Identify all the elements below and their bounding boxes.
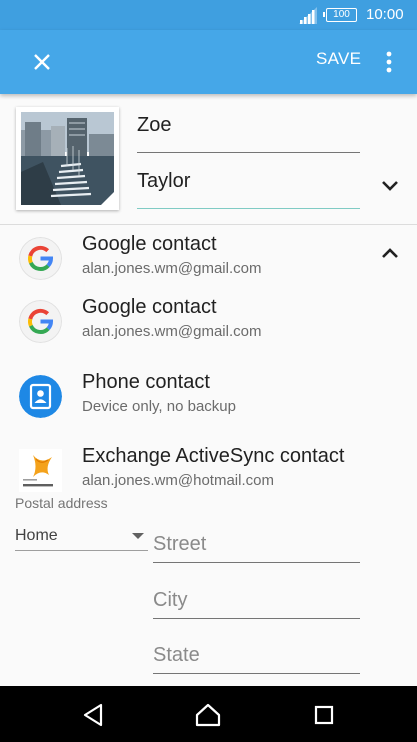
state-field[interactable]	[153, 638, 360, 674]
street-input[interactable]	[153, 527, 360, 561]
status-bar: 100 10:00	[0, 0, 417, 30]
first-name-field[interactable]: Zoe	[137, 114, 360, 153]
selected-account-title: Google contact	[82, 233, 217, 255]
back-button[interactable]	[79, 700, 109, 730]
app-bar: SAVE	[0, 30, 417, 94]
expand-name-button[interactable]	[376, 174, 404, 198]
close-icon	[34, 54, 50, 70]
street-underline	[153, 562, 360, 563]
account-option-phone[interactable]: Phone contact Device only, no backup	[0, 365, 417, 421]
first-name-value: Zoe	[137, 114, 172, 136]
last-name-underline	[137, 207, 360, 209]
account-option-title: Exchange ActiveSync contact	[82, 445, 345, 467]
postal-address-label: Postal address	[15, 495, 108, 509]
address-type-underline	[15, 550, 148, 551]
home-icon	[195, 703, 221, 727]
first-name-underline	[137, 152, 360, 153]
chevron-up-icon	[382, 248, 398, 258]
postal-address-label-text: Postal address	[15, 495, 108, 509]
google-icon	[19, 300, 62, 343]
more-options-button[interactable]	[378, 46, 400, 78]
account-option-subtitle: alan.jones.wm@hotmail.com	[82, 472, 274, 489]
collapse-accounts-button[interactable]	[376, 242, 404, 266]
street-field[interactable]	[153, 527, 360, 563]
back-icon	[83, 703, 103, 727]
account-option-title: Phone contact	[82, 371, 210, 393]
last-name-field[interactable]: Taylor	[137, 170, 360, 209]
chevron-down-icon	[382, 181, 398, 191]
state-input[interactable]	[153, 638, 360, 672]
account-option-subtitle: alan.jones.wm@gmail.com	[82, 323, 262, 340]
recents-button[interactable]	[309, 700, 339, 730]
city-underline	[153, 618, 360, 619]
city-field[interactable]	[153, 583, 360, 619]
address-type-value: Home	[15, 527, 58, 544]
signal-icon	[299, 7, 317, 24]
dropdown-arrow-icon	[132, 533, 144, 539]
selected-account[interactable]: Google contact alan.jones.wm@gmail.com	[0, 227, 417, 283]
contact-photo[interactable]	[16, 107, 119, 210]
last-name-value: Taylor	[137, 170, 191, 192]
account-option-exchange[interactable]: Exchange ActiveSync contact alan.jones.w…	[0, 439, 417, 495]
photo-image	[21, 112, 114, 205]
exchange-icon	[19, 449, 62, 492]
account-option-subtitle: Device only, no backup	[82, 398, 236, 415]
recents-icon	[314, 705, 334, 725]
selected-account-email: alan.jones.wm@gmail.com	[82, 260, 262, 277]
status-time: 10:00	[366, 6, 404, 23]
account-option-google[interactable]: Google contact alan.jones.wm@gmail.com	[0, 290, 417, 346]
divider	[0, 224, 417, 225]
account-option-title: Google contact	[82, 296, 217, 318]
battery-icon: 100	[323, 8, 357, 22]
city-input[interactable]	[153, 583, 360, 617]
phone-contact-icon	[19, 375, 62, 418]
address-type-select[interactable]: Home	[15, 527, 148, 551]
close-button[interactable]	[26, 46, 58, 78]
more-vert-icon	[386, 51, 392, 73]
navigation-bar	[0, 686, 417, 742]
google-icon	[19, 237, 62, 280]
state-underline	[153, 673, 360, 674]
home-button[interactable]	[193, 700, 223, 730]
save-button[interactable]: SAVE	[316, 49, 361, 69]
